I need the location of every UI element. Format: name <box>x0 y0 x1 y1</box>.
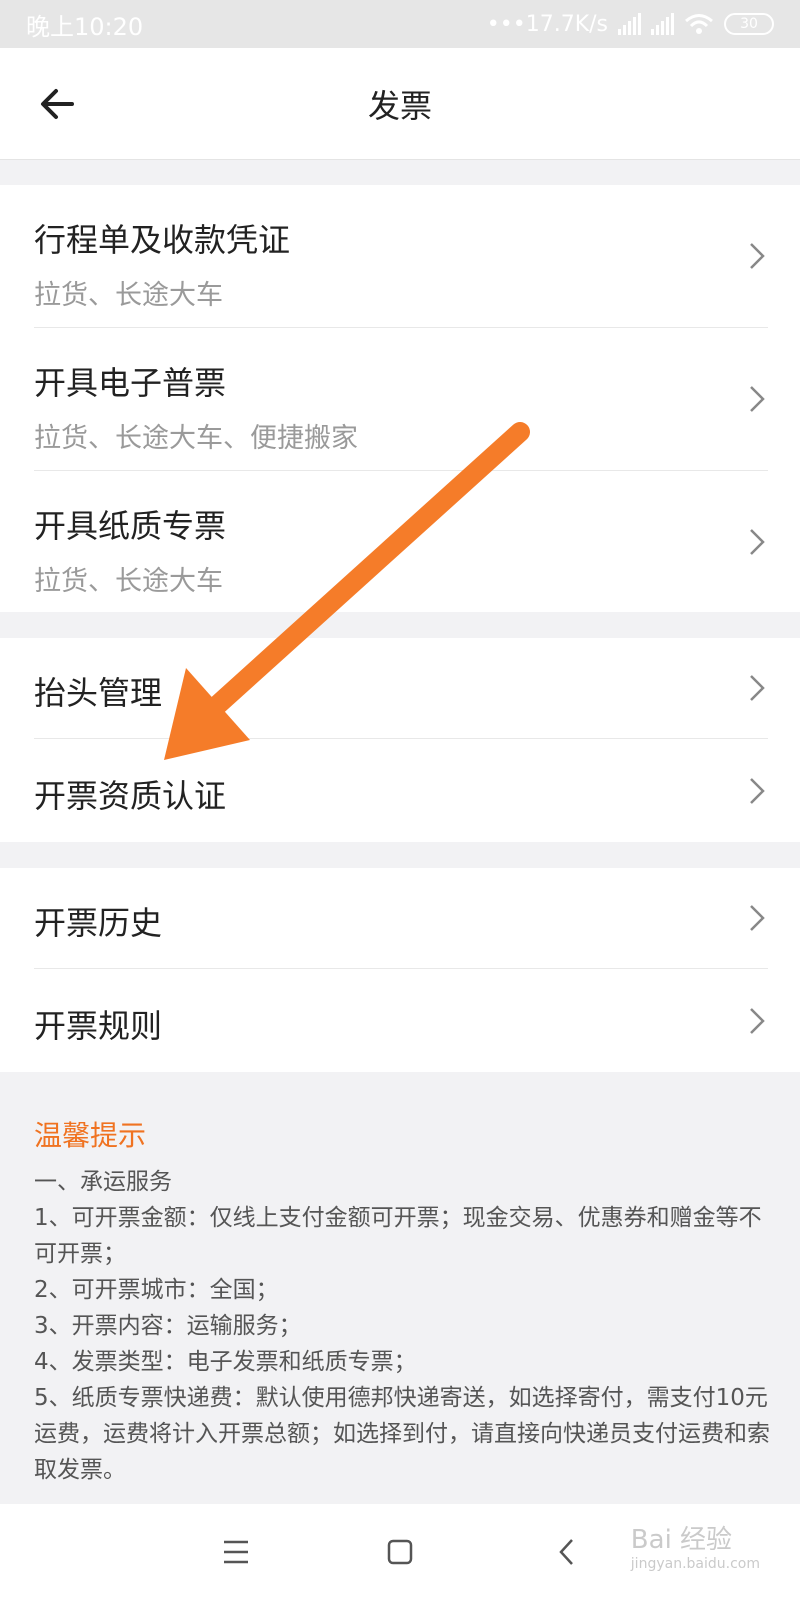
item-title: 开票历史 <box>34 904 163 942</box>
item-title: 开票规则 <box>34 1007 163 1045</box>
item-subtitle: 拉货、长途大车 <box>34 280 223 311</box>
tips-line: 4、发票类型：电子发票和纸质专票； <box>34 1349 417 1375</box>
list-item-header-management[interactable]: 抬头管理 <box>0 638 800 739</box>
chevron-right-icon <box>750 386 765 412</box>
item-subtitle: 拉货、长途大车 <box>34 566 223 597</box>
tips-body: 一、承运服务 1、可开票金额：仅线上支付金额可开票；现金交易、优惠券和赠金等不可… <box>34 1164 770 1488</box>
chevron-right-icon <box>750 1008 765 1034</box>
tips-section: 温馨提示 一、承运服务 1、可开票金额：仅线上支付金额可开票；现金交易、优惠券和… <box>0 1094 800 1504</box>
signal-1-icon <box>618 13 641 35</box>
list-item-paper-invoice[interactable]: 开具纸质专票 拉货、长途大车 <box>0 471 800 612</box>
history-group: 开票历史 开票规则 <box>0 868 800 1072</box>
title-management-group: 抬头管理 开票资质认证 <box>0 638 800 842</box>
watermark-brand: Bai 经验 <box>630 1525 733 1555</box>
watermark: Bai 经验 jingyan.baidu.com <box>631 1519 760 1572</box>
list-item-rules[interactable]: 开票规则 <box>0 969 800 1072</box>
item-title: 行程单及收款凭证 <box>34 221 291 259</box>
chevron-right-icon <box>750 778 765 804</box>
signal-2-icon <box>651 13 674 35</box>
tips-line: 5、纸质专票快递费：默认使用德邦快递寄送，如选择寄付，需支付10元运费，运费将计… <box>34 1385 770 1483</box>
tips-line: 1、可开票金额：仅线上支付金额可开票；现金交易、优惠券和赠金等不可开票； <box>34 1205 762 1267</box>
tips-line: 一、承运服务 <box>34 1169 172 1195</box>
wifi-icon <box>685 14 713 34</box>
chevron-right-icon <box>750 905 765 931</box>
status-bar: 晚上10:20 •••17.7K/s 30 <box>0 0 800 48</box>
watermark-url: jingyan.baidu.com <box>630 1556 760 1572</box>
list-item-history[interactable]: 开票历史 <box>0 868 800 969</box>
list-item-qualification-cert[interactable]: 开票资质认证 <box>0 739 800 842</box>
home-icon[interactable] <box>380 1532 420 1572</box>
chevron-right-icon <box>750 529 765 555</box>
page-title: 发票 <box>367 87 432 125</box>
item-subtitle: 拉货、长途大车、便捷搬家 <box>34 423 358 454</box>
tips-line: 2、可开票城市：全国； <box>34 1277 279 1303</box>
network-speed: •••17.7K/s <box>486 11 608 37</box>
list-item-e-invoice[interactable]: 开具电子普票 拉货、长途大车、便捷搬家 <box>0 328 800 471</box>
chevron-right-icon <box>750 675 765 701</box>
invoice-type-group: 行程单及收款凭证 拉货、长途大车 开具电子普票 拉货、长途大车、便捷搬家 开具纸… <box>0 185 800 612</box>
tips-line: 3、开票内容：运输服务； <box>34 1313 302 1339</box>
item-title: 开票资质认证 <box>34 777 227 815</box>
list-item-itinerary[interactable]: 行程单及收款凭证 拉货、长途大车 <box>0 185 800 328</box>
item-title: 开具电子普票 <box>34 364 227 402</box>
system-nav-bar: Bai 经验 jingyan.baidu.com <box>0 1504 800 1600</box>
tips-title: 温馨提示 <box>34 1119 147 1152</box>
back-icon[interactable] <box>548 1532 588 1572</box>
battery-icon: 30 <box>724 13 774 35</box>
menu-icon[interactable] <box>216 1532 256 1572</box>
app-header: 发票 <box>0 48 800 160</box>
status-time: 晚上10:20 <box>26 12 144 41</box>
chevron-right-icon <box>750 243 765 269</box>
item-title: 抬头管理 <box>34 674 163 712</box>
item-title: 开具纸质专票 <box>34 507 227 545</box>
status-icons: •••17.7K/s 30 <box>487 12 774 37</box>
